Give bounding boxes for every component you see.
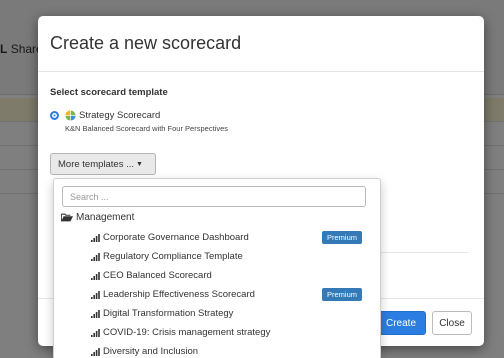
- premium-badge: Premium: [322, 231, 363, 244]
- section-label: Select scorecard template: [50, 87, 168, 98]
- template-item-diversity-inclusion[interactable]: Diversity and Inclusion: [54, 342, 380, 358]
- bar-chart-icon: [91, 271, 100, 280]
- template-search-input[interactable]: [62, 186, 366, 207]
- body-divider: [378, 252, 468, 253]
- caret-down-icon: ▼: [136, 160, 143, 168]
- bar-chart-icon: [91, 252, 100, 261]
- template-name-line: Strategy Scorecard: [65, 110, 228, 121]
- template-description: K&N Balanced Scorecard with Four Perspec…: [65, 124, 228, 133]
- bar-chart-icon: [91, 290, 100, 299]
- bar-chart-icon: [91, 233, 100, 242]
- template-item-label: CEO Balanced Scorecard: [103, 270, 212, 281]
- template-item-digital-transformation[interactable]: Digital Transformation Strategy: [54, 304, 380, 323]
- globe-icon: [65, 110, 76, 121]
- template-item-ceo-balanced[interactable]: CEO Balanced Scorecard: [54, 266, 380, 285]
- template-item-corporate-governance[interactable]: Corporate Governance Dashboard Premium: [54, 228, 380, 247]
- template-item-label: Corporate Governance Dashboard: [103, 232, 249, 243]
- template-radio[interactable]: [50, 111, 59, 120]
- dialog-title: Create a new scorecard: [50, 33, 242, 53]
- template-item-covid-crisis[interactable]: COVID-19: Crisis management strategy: [54, 323, 380, 342]
- more-templates-button[interactable]: More templates ... ▼: [50, 153, 156, 175]
- template-item-label: Diversity and Inclusion: [103, 346, 199, 357]
- template-item-regulatory-compliance[interactable]: Regulatory Compliance Template: [54, 247, 380, 266]
- premium-badge: Premium: [322, 288, 363, 301]
- template-item-label: Leadership Effectiveness Scorecard: [103, 289, 255, 300]
- template-name: Strategy Scorecard: [79, 110, 161, 121]
- group-header-management: Management: [61, 212, 134, 223]
- template-item-label: Digital Transformation Strategy: [103, 308, 234, 319]
- create-button[interactable]: Create: [376, 311, 426, 335]
- template-item-label: COVID-19: Crisis management strategy: [103, 327, 271, 338]
- group-label: Management: [76, 212, 135, 223]
- folder-open-icon: [61, 213, 73, 222]
- bar-chart-icon: [91, 309, 100, 318]
- template-item-leadership-effectiveness[interactable]: Leadership Effectiveness Scorecard Premi…: [54, 285, 380, 304]
- bar-chart-icon: [91, 347, 100, 356]
- more-templates-label: More templates ...: [58, 158, 135, 170]
- template-option-strategy[interactable]: Strategy Scorecard K&N Balanced Scorecar…: [50, 110, 472, 133]
- bar-chart-icon: [91, 328, 100, 337]
- template-list: Corporate Governance Dashboard Premium R…: [54, 228, 380, 358]
- templates-dropdown: Management Corporate Governance Dashboar…: [53, 178, 381, 358]
- dialog-body: Select scorecard template Strategy Score…: [38, 72, 484, 253]
- close-button[interactable]: Close: [432, 311, 472, 335]
- template-text: Strategy Scorecard K&N Balanced Scorecar…: [65, 110, 228, 133]
- template-item-label: Regulatory Compliance Template: [103, 251, 243, 262]
- dialog-header: Create a new scorecard: [38, 16, 484, 72]
